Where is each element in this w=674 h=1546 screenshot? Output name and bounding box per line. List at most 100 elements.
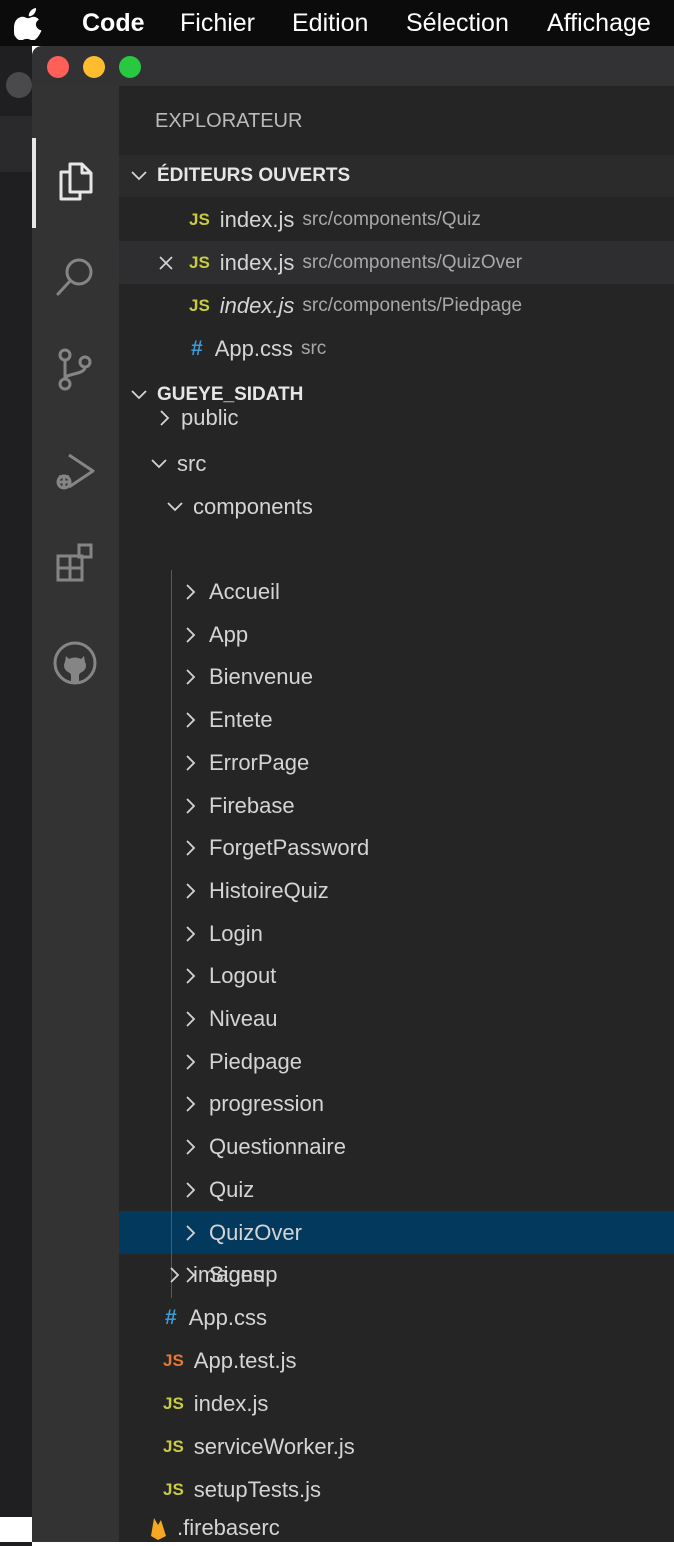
search-view-button[interactable]	[46, 248, 104, 306]
github-icon	[53, 641, 97, 685]
tree-file[interactable]: .firebaserc	[119, 1512, 674, 1542]
chevron-right-icon	[160, 410, 170, 426]
chevron-right-icon	[186, 1010, 196, 1027]
css-file-icon: #	[165, 1305, 177, 1329]
folder-name: Firebase	[209, 792, 295, 818]
folder-name: Questionnaire	[209, 1133, 346, 1159]
component-folder-app[interactable]: App	[119, 613, 674, 656]
component-folder-login[interactable]: Login	[119, 912, 674, 955]
source-control-view-button[interactable]	[46, 340, 104, 398]
screen-margin	[0, 1517, 32, 1542]
tree-file[interactable]: # App.css	[119, 1296, 674, 1339]
apple-logo-icon[interactable]	[14, 6, 46, 40]
folder-name: images	[193, 1261, 264, 1287]
menu-fichier[interactable]: Fichier	[180, 6, 255, 40]
chevron-right-icon	[186, 1095, 196, 1112]
run-debug-view-button[interactable]	[46, 442, 104, 500]
open-editor-item[interactable]: # App.css src	[119, 327, 674, 370]
github-view-button[interactable]	[46, 634, 104, 692]
chevron-right-icon	[186, 711, 196, 728]
component-folder-accueil[interactable]: Accueil	[119, 570, 674, 613]
extensions-view-button[interactable]	[46, 534, 104, 592]
open-editor-item[interactable]: JS index.js src/components/Quiz	[119, 198, 674, 241]
component-folder-bienvenue[interactable]: Bienvenue	[119, 655, 674, 698]
activity-bar	[32, 86, 119, 1542]
source-control-icon	[58, 348, 92, 391]
file-name: setupTests.js	[193, 1476, 321, 1502]
chevron-down-icon	[167, 501, 183, 511]
folder-name: Niveau	[209, 1005, 278, 1031]
folder-name: src	[177, 450, 207, 476]
tree-file[interactable]: JS index.js	[119, 1382, 674, 1425]
folder-name: Logout	[209, 962, 277, 988]
close-window-button[interactable]	[47, 56, 69, 78]
menu-edition[interactable]: Edition	[292, 6, 368, 40]
tree-folder[interactable]: src	[119, 442, 674, 485]
chevron-right-icon	[186, 1181, 196, 1198]
component-folder-errorpage[interactable]: ErrorPage	[119, 741, 674, 784]
folder-name: Bienvenue	[209, 663, 313, 689]
tree-file[interactable]: JS App.test.js	[119, 1339, 674, 1382]
tree-folder[interactable]: public	[119, 400, 674, 436]
firebase-icon	[151, 1518, 166, 1540]
open-editor-path: src/components/Piedpage	[302, 294, 523, 316]
minimize-window-button[interactable]	[83, 56, 105, 78]
chevron-right-icon	[186, 797, 196, 814]
mac-menu-bar: Code Fichier Edition Sélection Affichage	[0, 0, 674, 46]
js-file-icon: JS	[189, 252, 210, 272]
component-folder-logout[interactable]: Logout	[119, 954, 674, 997]
zoom-window-button[interactable]	[119, 56, 141, 78]
component-folder-firebase[interactable]: Firebase	[119, 784, 674, 827]
open-editor-item[interactable]: JS index.js src/components/QuizOver	[119, 241, 674, 284]
tree-folder[interactable]: components	[119, 485, 674, 528]
tree-file[interactable]: JS setupTests.js	[119, 1468, 674, 1511]
component-folder-niveau[interactable]: Niveau	[119, 997, 674, 1040]
active-view-indicator	[32, 138, 36, 228]
folder-name: Entete	[209, 706, 273, 732]
js-file-icon: JS	[163, 1436, 184, 1456]
folder-name: App	[209, 621, 249, 647]
component-folder-quiz[interactable]: Quiz	[119, 1168, 674, 1211]
folder-name: Quiz	[209, 1176, 255, 1202]
explorer-view-button[interactable]	[46, 152, 104, 210]
component-folder-quizover[interactable]: QuizOver	[119, 1211, 674, 1254]
js-file-icon: JS	[189, 295, 210, 315]
component-folder-entete[interactable]: Entete	[119, 698, 674, 741]
chevron-right-icon	[186, 967, 196, 984]
file-name: .firebaserc	[177, 1515, 280, 1540]
menu-affichage[interactable]: Affichage	[547, 6, 651, 40]
title-bar	[32, 46, 674, 86]
folder-name: QuizOver	[209, 1219, 302, 1245]
open-editor-filename: index.js	[219, 206, 295, 232]
folder-name: Login	[209, 920, 263, 946]
chevron-right-icon	[186, 583, 196, 600]
file-name: index.js	[193, 1390, 269, 1416]
open-editor-path: src/components/QuizOver	[302, 251, 523, 273]
tree-file[interactable]: JS serviceWorker.js	[119, 1425, 674, 1468]
css-file-icon: #	[191, 336, 203, 360]
component-folder-questionnaire[interactable]: Questionnaire	[119, 1125, 674, 1168]
open-editor-filename: index.js	[219, 249, 295, 275]
folder-name: public	[181, 405, 239, 430]
run-debug-icon	[56, 453, 95, 490]
component-folder-progression[interactable]: progression	[119, 1082, 674, 1125]
component-folder-forgetpassword[interactable]: ForgetPassword	[119, 826, 674, 869]
file-name: App.css	[188, 1304, 267, 1330]
menu-code[interactable]: Code	[82, 6, 145, 40]
open-editors-header[interactable]: ÉDITEURS OUVERTS	[119, 155, 674, 197]
component-folder-piedpage[interactable]: Piedpage	[119, 1040, 674, 1083]
vscode-window: EXPLORATEUR ÉDITEURS OUVERTS JS index.js…	[32, 46, 674, 1542]
component-folder-histoirequiz[interactable]: HistoireQuiz	[119, 869, 674, 912]
extensions-icon	[56, 543, 93, 582]
close-icon[interactable]	[157, 254, 175, 272]
folder-name: Accueil	[209, 578, 280, 604]
open-editor-item[interactable]: JS index.js src/components/Piedpage	[119, 284, 674, 327]
folder-name: ErrorPage	[209, 749, 310, 775]
chevron-right-icon	[186, 925, 196, 942]
chevron-right-icon	[186, 882, 196, 899]
js-file-icon: JS	[163, 1479, 184, 1499]
chevron-right-icon	[186, 668, 196, 685]
menu-selection[interactable]: Sélection	[406, 6, 509, 40]
tree-folder[interactable]: images	[119, 1253, 674, 1296]
chevron-right-icon	[186, 1053, 196, 1070]
